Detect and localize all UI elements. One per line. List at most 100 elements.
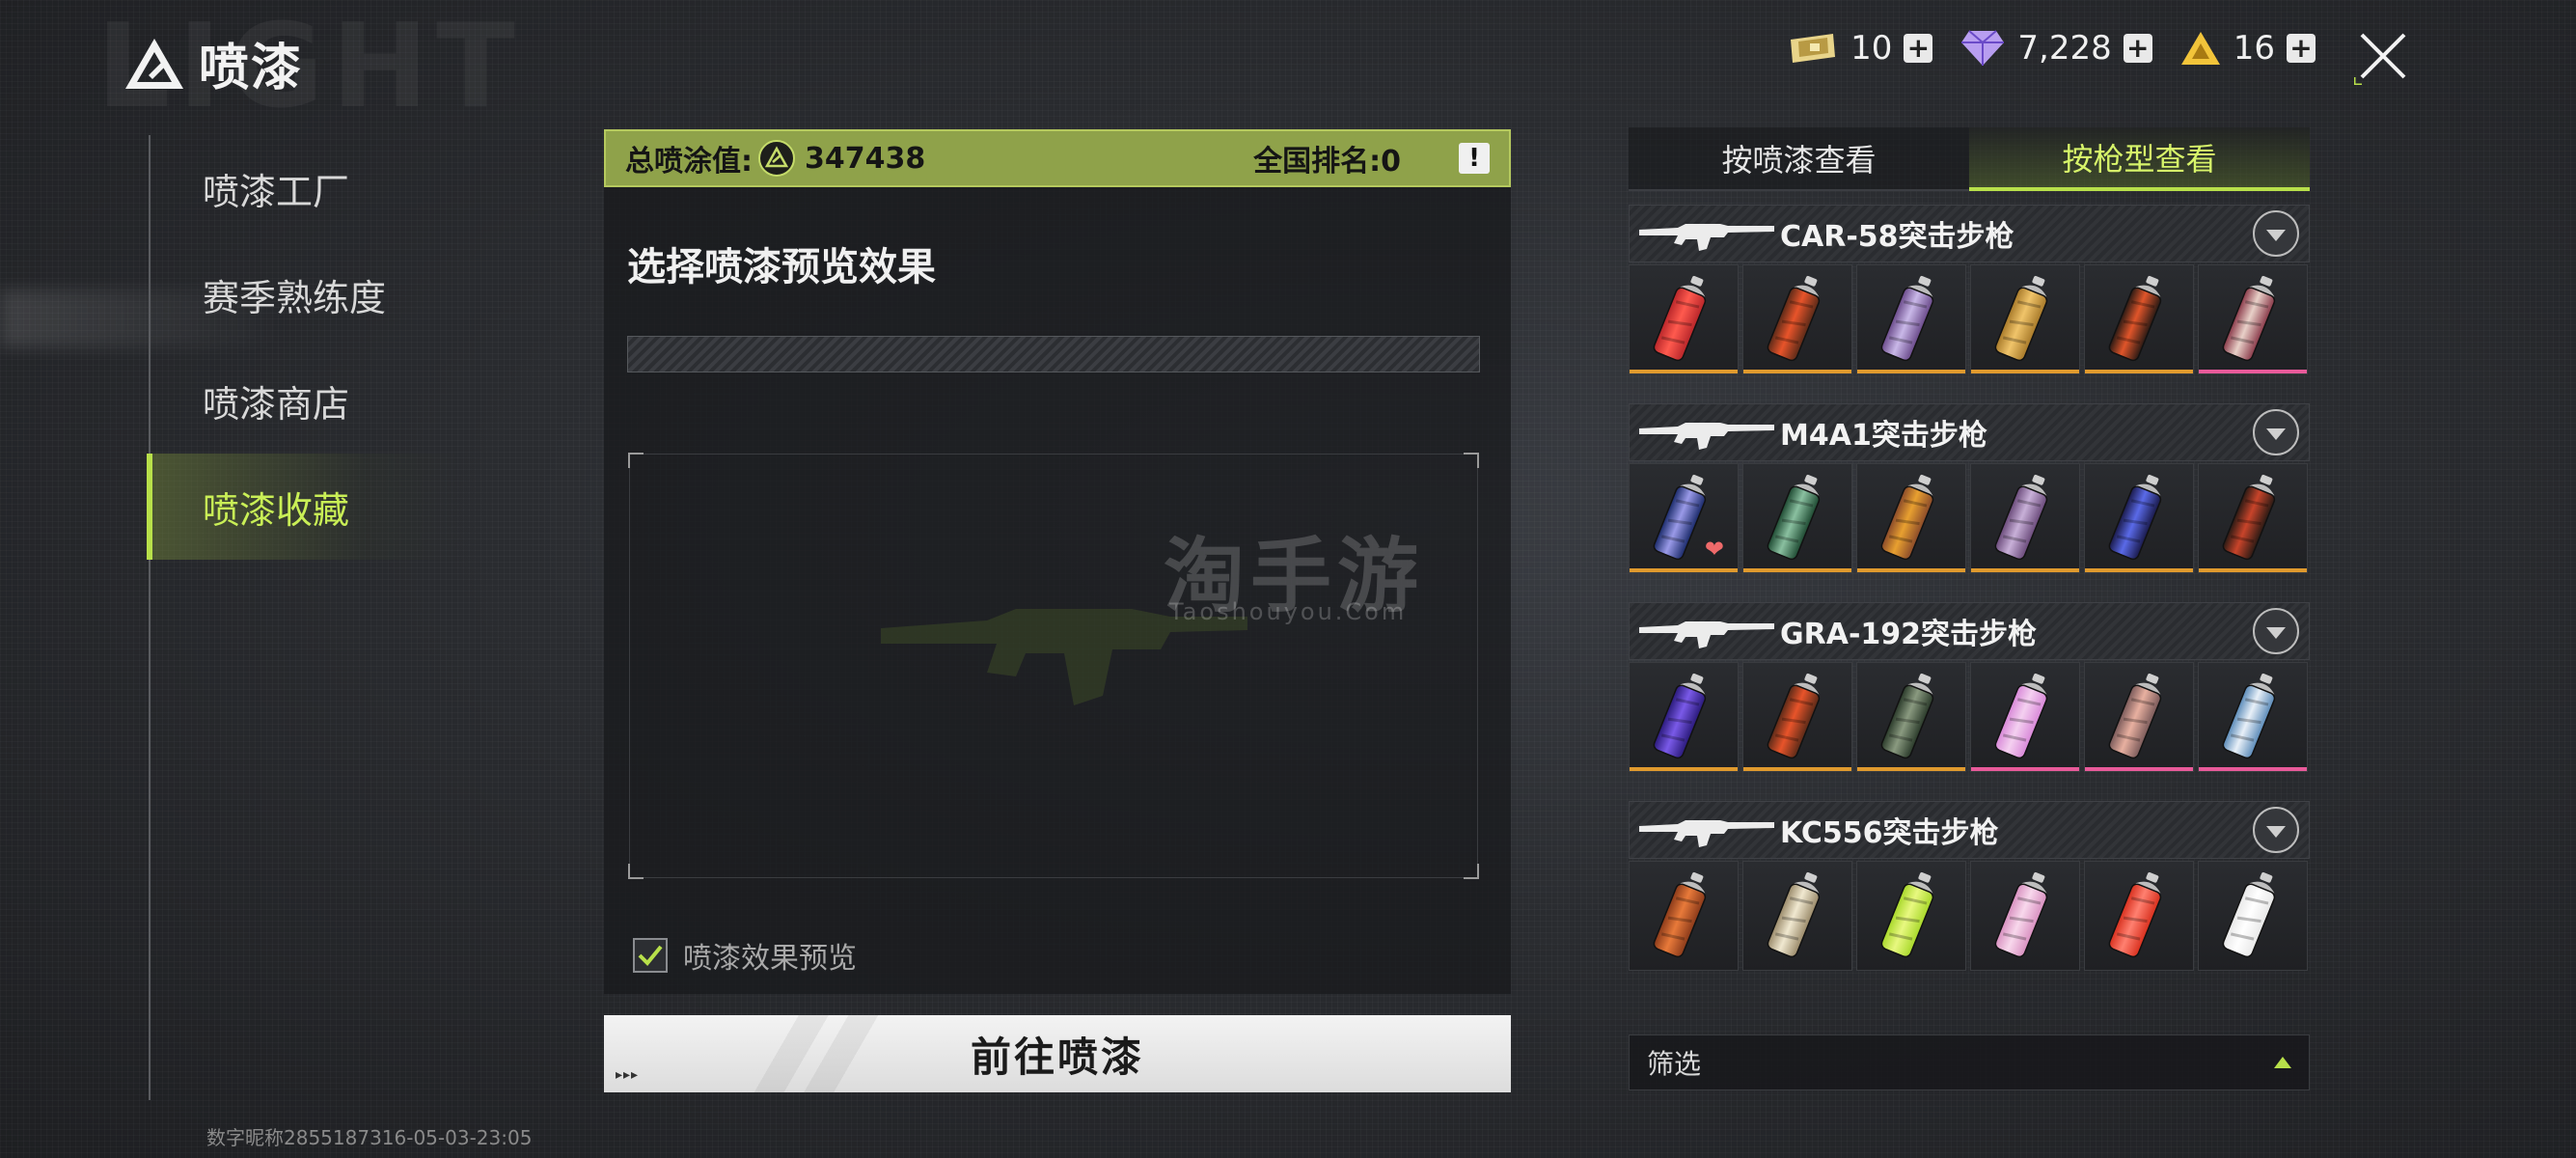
spray-score-icon [758,140,795,177]
go-to-spray-button[interactable]: 前往喷漆 ▸▸▸ [604,1015,1511,1092]
expand-button[interactable] [2253,409,2299,455]
weapon-name: KC556突击步枪 [1780,816,1999,850]
spray-row: ❤ [1629,463,2310,573]
add-diamond-button[interactable]: + [2123,34,2152,63]
spray-slot[interactable] [1856,861,1966,971]
score-value: 347438 [805,141,926,176]
rarity-bar [1971,568,2079,572]
score-bar: 总喷涂值: 347438 全国排名:0 ! [604,129,1511,187]
nav-item-season-mastery[interactable]: 赛季熟练度 [151,241,457,347]
weapon-name: CAR-58突击步枪 [1780,220,2014,254]
add-ticket-button[interactable]: + [1904,34,1933,63]
spray-slot[interactable] [2084,463,2194,573]
preview-toggle[interactable]: 喷漆效果预览 [633,934,857,977]
rarity-bar [1630,370,1738,373]
nav-item-spray-collection[interactable]: 喷漆收藏 [147,454,457,560]
spray-slot[interactable] [1742,662,1852,772]
weapon-name: GRA-192突击步枪 [1780,618,2038,651]
expand-button[interactable] [2253,807,2299,853]
expand-button[interactable] [2253,608,2299,654]
expand-button[interactable] [2253,210,2299,257]
spray-slot[interactable] [2084,662,2194,772]
spray-slot[interactable] [2198,463,2308,573]
spray-row [1629,264,2310,374]
weapon-list: CAR-58突击步枪 M4A1突击步枪 ❤ GRA-192突击步枪 KC556突击步枪 [1629,205,2310,1000]
rifle-icon [1639,224,1774,251]
weapon-group: GRA-192突击步枪 [1629,602,2310,772]
side-nav: 喷漆工厂 赛季熟练度 喷漆商店 喷漆收藏 [147,135,457,1100]
frame-corner [628,453,644,468]
spray-selection-bar[interactable] [627,336,1480,372]
spray-slot[interactable] [1629,861,1739,971]
spray-slot[interactable] [2198,264,2308,374]
spray-can-icon [1994,474,2048,561]
spray-slot[interactable] [1856,662,1966,772]
gold-triangle-icon [2180,32,2220,65]
spray-slot[interactable] [1856,264,1966,374]
rarity-bar [1857,568,1965,572]
rifle-icon [1639,423,1774,450]
close-icon[interactable] [2354,27,2412,85]
spray-can-icon [2222,673,2276,759]
info-button[interactable]: ! [1459,143,1490,174]
filter-label: 筛选 [1647,1048,1702,1080]
spray-slot[interactable] [1970,463,2080,573]
heart-icon: ❤ [1704,536,1724,563]
rarity-bar [1857,767,1965,771]
spray-can-icon [2108,871,2162,958]
rarity-bar [1971,370,2079,373]
nav-item-spray-shop[interactable]: 喷漆商店 [151,347,457,454]
button-arrows: ▸▸▸ [616,1067,640,1083]
spray-slot[interactable] [1742,264,1852,374]
spray-slot[interactable] [1970,264,2080,374]
button-decoration [739,1015,893,1092]
spray-slot[interactable] [1742,463,1852,573]
spray-slot[interactable] [2198,662,2308,772]
filter-dropdown[interactable]: 筛选 [1629,1034,2310,1090]
spray-can-icon [1767,871,1821,958]
preview-checkbox[interactable] [633,938,668,973]
spray-can-icon [1880,474,1934,561]
player-id-footer: 数字昵称2855187316-05-03-23:05 [206,1126,533,1149]
weapon-header[interactable]: GRA-192突击步枪 [1629,602,2310,660]
frame-corner [628,864,644,879]
spray-can-icon [1880,673,1934,759]
rarity-bar [2085,568,2193,572]
spray-slot[interactable]: ❤ [1629,463,1739,573]
spray-slot[interactable] [1970,662,2080,772]
rarity-bar [1630,767,1738,771]
diamond-icon [1961,30,2005,66]
diamond-count: 7,228 [2017,29,2112,68]
spray-slot[interactable] [1629,662,1739,772]
rarity-bar [1630,568,1738,572]
rarity-bar [2085,370,2193,373]
go-to-spray-label: 前往喷漆 [970,1033,1144,1081]
tab-by-spray[interactable]: 按喷漆查看 [1629,127,1969,191]
weapon-header[interactable]: CAR-58突击步枪 [1629,205,2310,262]
spray-slot[interactable] [2084,861,2194,971]
nav-item-spray-factory[interactable]: 喷漆工厂 [151,135,457,241]
rarity-bar [2199,568,2307,572]
weapon-header[interactable]: KC556突击步枪 [1629,801,2310,859]
spray-can-icon [1767,673,1821,759]
spray-slot[interactable] [1742,861,1852,971]
triangle-up-icon [2274,1057,2291,1068]
spray-can-icon [1994,871,2048,958]
tab-by-weapon[interactable]: 按枪型查看 [1969,127,2310,191]
preview-checkbox-label: 喷漆效果预览 [683,942,857,976]
spray-slot[interactable] [1856,463,1966,573]
spray-slot[interactable] [1970,861,2080,971]
spray-slot[interactable] [1629,264,1739,374]
add-gold-button[interactable]: + [2287,34,2316,63]
rifle-icon [1639,621,1774,648]
spray-slot[interactable] [2198,861,2308,971]
rarity-bar [2085,767,2193,771]
spray-can-icon [2222,474,2276,561]
weapon-header[interactable]: M4A1突击步枪 [1629,403,2310,461]
rifle-icon [1639,820,1774,847]
spray-row [1629,861,2310,971]
frame-corner [1464,453,1479,468]
nav-item-label: 赛季熟练度 [203,276,387,319]
weapon-group: M4A1突击步枪 ❤ [1629,403,2310,573]
spray-slot[interactable] [2084,264,2194,374]
